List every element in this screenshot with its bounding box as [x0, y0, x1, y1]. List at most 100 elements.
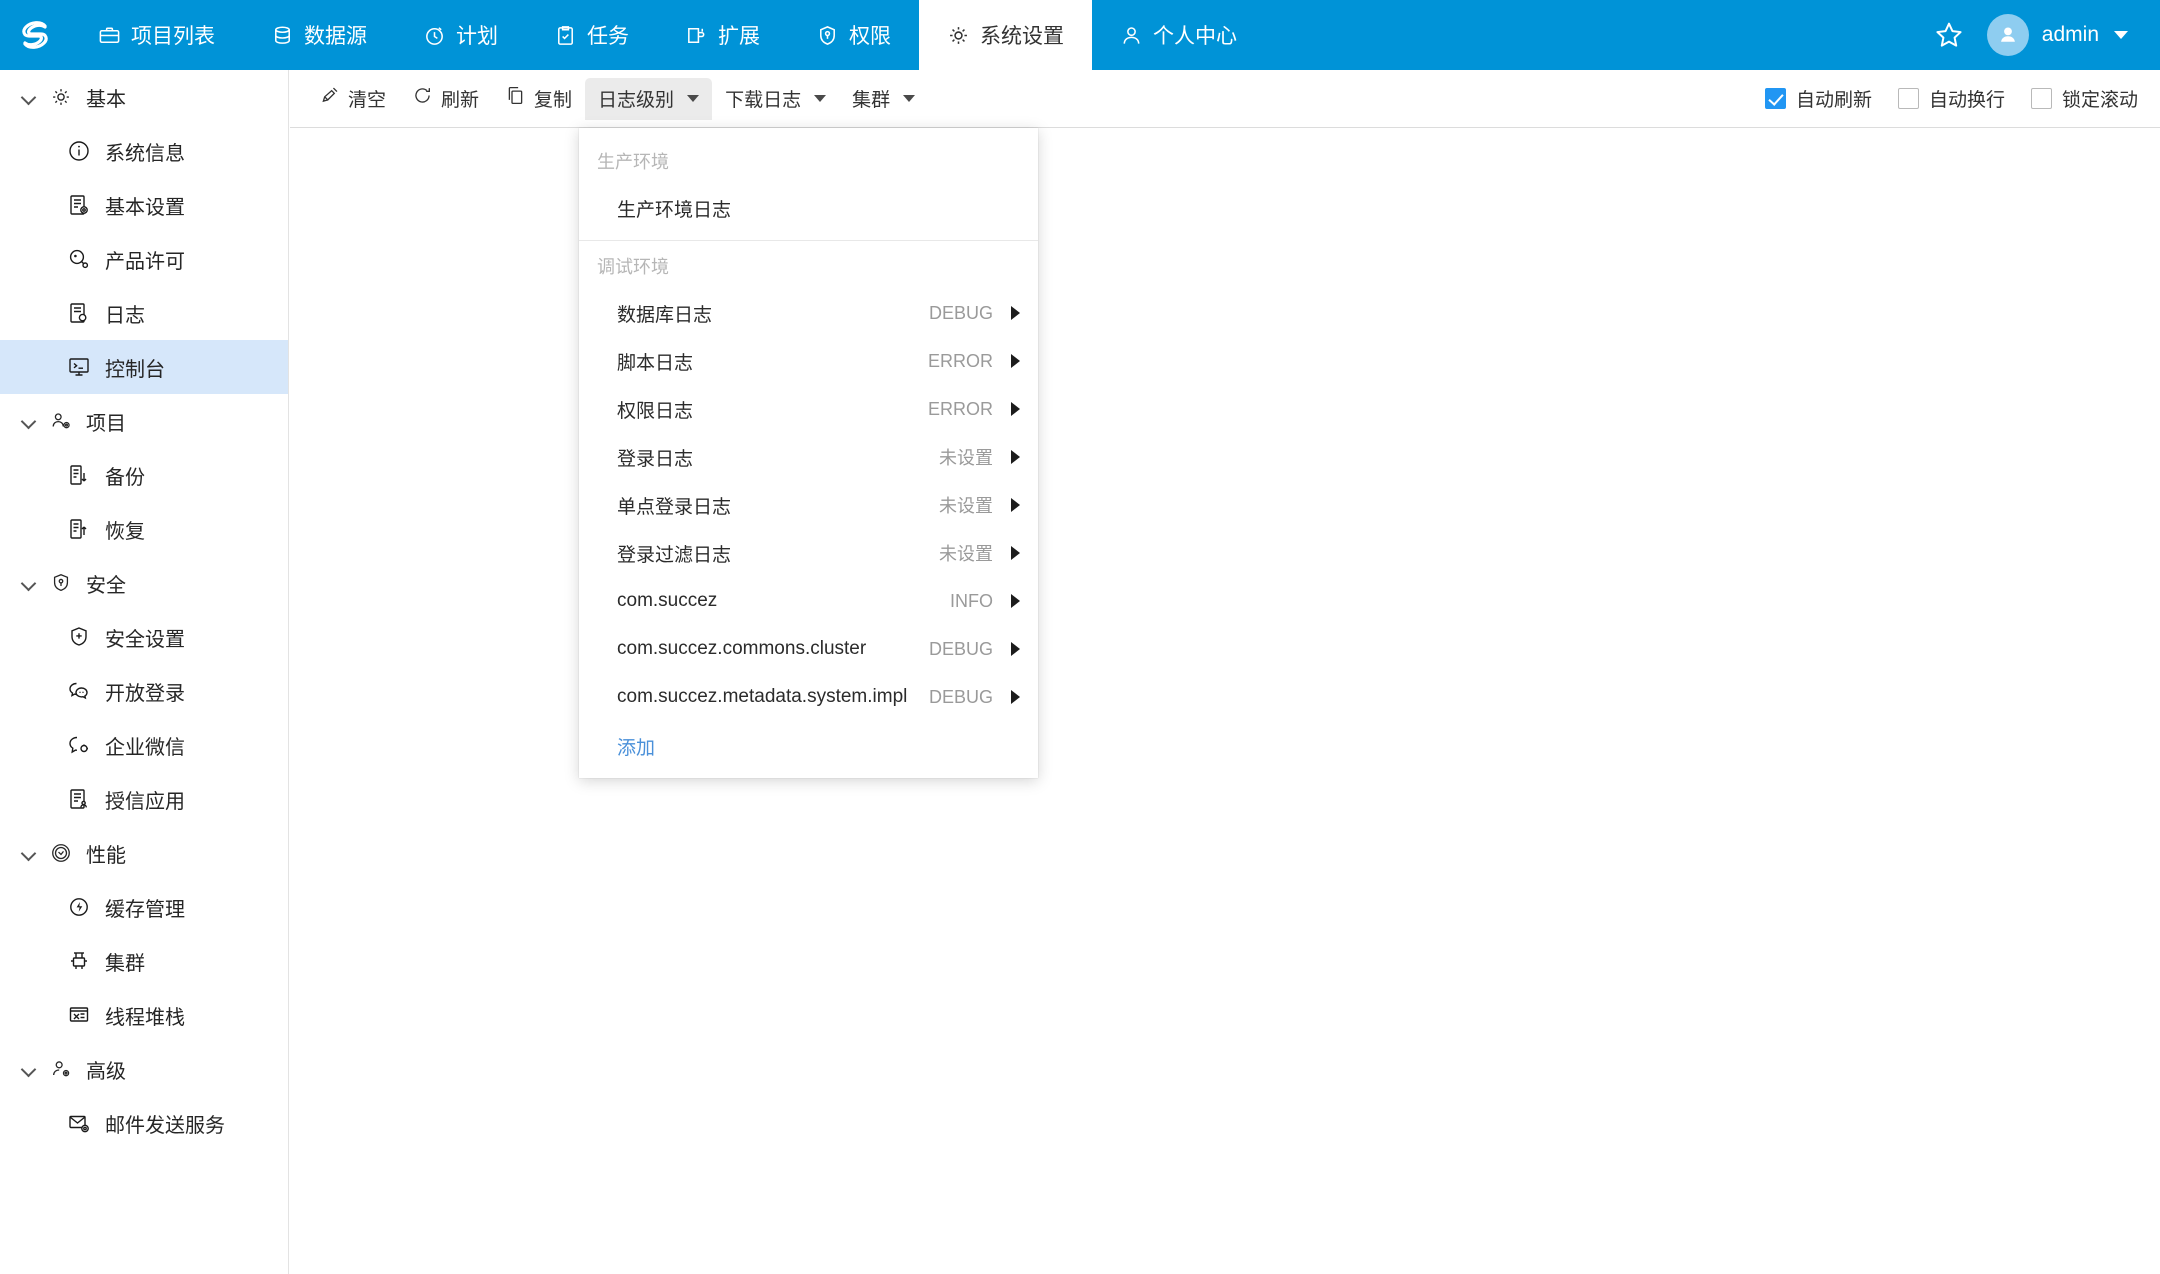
sidebar-item-system-info[interactable]: 系统信息 — [0, 124, 288, 178]
checkbox-box[interactable] — [2030, 88, 2052, 109]
menu-group-label-debug: 调试环境 — [597, 257, 669, 277]
refresh-button[interactable]: 刷新 — [399, 78, 492, 120]
sidebar-item-wechat-work[interactable]: 企业微信 — [0, 718, 288, 772]
menu-item-com-succez[interactable]: com.succez INFO — [579, 577, 1038, 625]
nav-item-projects[interactable]: 项目列表 — [70, 0, 243, 70]
toolbar-checkbox-group: 自动刷新 自动换行 锁定滚动 — [1764, 85, 2138, 112]
nav-item-permission[interactable]: 权限 — [788, 0, 919, 70]
star-icon[interactable] — [1933, 19, 1965, 51]
sidebar-item-product-license[interactable]: 产品许可 — [0, 232, 288, 286]
sidebar-item-backup[interactable]: 备份 — [0, 448, 288, 502]
nav-label: 数据源 — [304, 25, 367, 48]
sidebar-item-trusted-apps[interactable]: 授信应用 — [0, 772, 288, 826]
sidebar-group-project[interactable]: 项目 — [0, 394, 288, 448]
nav-label: 任务 — [587, 25, 629, 48]
sidebar-group-advanced[interactable]: 高级 — [0, 1042, 288, 1096]
cache-bolt-icon — [66, 894, 92, 920]
users-gear-icon — [48, 408, 74, 434]
menu-item-script-log[interactable]: 脚本日志 ERROR — [579, 337, 1038, 385]
document-search-icon — [66, 300, 92, 326]
menu-item-production-log[interactable]: 生产环境日志 — [579, 184, 1038, 232]
sidebar-item-restore[interactable]: 恢复 — [0, 502, 288, 556]
nav-label: 项目列表 — [131, 25, 215, 48]
sidebar-item-console[interactable]: 控制台 — [0, 340, 288, 394]
menu-item-login-log[interactable]: 登录日志 未设置 — [579, 433, 1038, 481]
auto-refresh-checkbox[interactable]: 自动刷新 — [1764, 85, 1872, 112]
sidebar-item-label: 基本设置 — [105, 196, 185, 219]
checkbox-box-checked[interactable] — [1764, 88, 1786, 109]
license-key-icon — [66, 246, 92, 272]
menu-item-level: ERROR — [927, 350, 993, 371]
username-label: admin — [2041, 23, 2099, 46]
add-logger-link[interactable]: 添加 — [579, 721, 1038, 766]
sidebar-item-cache-management[interactable]: 缓存管理 — [0, 880, 288, 934]
log-level-dropdown-menu: 生产环境 生产环境日志 调试环境 数据库日志 DEBUG 脚本日志 ERROR … — [579, 128, 1038, 778]
copy-button[interactable]: 复制 — [492, 78, 585, 120]
sidebar-item-logs[interactable]: 日志 — [0, 286, 288, 340]
menu-item-level: DEBUG — [928, 686, 993, 707]
sidebar-group-performance[interactable]: 性能 — [0, 826, 288, 880]
chevron-right-icon — [1011, 546, 1020, 560]
nav-label: 系统设置 — [980, 25, 1064, 48]
chevron-down-icon — [22, 576, 36, 590]
menu-item-database-log[interactable]: 数据库日志 DEBUG — [579, 289, 1038, 337]
menu-item-level: 未设置 — [939, 496, 993, 516]
sidebar-group-security[interactable]: 安全 — [0, 556, 288, 610]
nav-label: 权限 — [849, 25, 891, 48]
chevron-right-icon — [1011, 594, 1020, 608]
menu-item-com-succez-commons-cluster[interactable]: com.succez.commons.cluster DEBUG — [579, 625, 1038, 673]
menu-item-level: INFO — [950, 590, 993, 611]
nav-item-extension[interactable]: 扩展 — [657, 0, 788, 70]
menu-item-label: 权限日志 — [617, 400, 694, 422]
broom-icon — [319, 85, 340, 112]
extension-icon — [685, 24, 708, 47]
avatar — [1986, 14, 2029, 56]
menu-item-permission-log[interactable]: 权限日志 ERROR — [579, 385, 1038, 433]
log-level-button[interactable]: 日志级别 — [585, 77, 713, 120]
lock-scroll-checkbox[interactable]: 锁定滚动 — [2030, 85, 2138, 112]
sidebar-item-label: 集群 — [105, 952, 145, 975]
menu-item-label: 脚本日志 — [617, 352, 694, 374]
briefcase-icon — [98, 24, 121, 47]
menu-item-level: ERROR — [927, 398, 993, 419]
auto-wrap-checkbox[interactable]: 自动换行 — [1897, 85, 2005, 112]
cluster-button[interactable]: 集群 — [839, 78, 928, 120]
menu-item-login-filter-log[interactable]: 登录过滤日志 未设置 — [579, 529, 1038, 577]
sidebar-item-label: 系统信息 — [105, 142, 185, 165]
menu-item-sso-login-log[interactable]: 单点登录日志 未设置 — [579, 481, 1038, 529]
sidebar-item-security-settings[interactable]: 安全设置 — [0, 610, 288, 664]
nav-item-plan[interactable]: 计划 — [395, 0, 526, 70]
user-menu[interactable]: admin — [1986, 14, 2128, 56]
sidebar-item-mail-service[interactable]: 邮件发送服务 — [0, 1096, 288, 1150]
clear-button[interactable]: 清空 — [306, 78, 399, 120]
checkbox-box[interactable] — [1897, 88, 1919, 109]
nav-item-personal-center[interactable]: 个人中心 — [1092, 0, 1265, 70]
sidebar-item-cluster[interactable]: 集群 — [0, 934, 288, 988]
gauge-smile-icon — [48, 840, 74, 866]
console-monitor-icon — [66, 354, 92, 380]
menu-item-com-succez-metadata-system-impl[interactable]: com.succez.metadata.system.impl DEBUG — [579, 673, 1038, 721]
download-log-button[interactable]: 下载日志 — [712, 78, 839, 120]
restore-icon — [66, 516, 92, 542]
nav-item-datasource[interactable]: 数据源 — [243, 0, 395, 70]
wechat-work-icon — [66, 732, 92, 758]
chevron-right-icon — [1011, 354, 1020, 368]
sidebar-item-basic-settings[interactable]: 基本设置 — [0, 178, 288, 232]
sidebar-item-label: 备份 — [105, 466, 145, 489]
brand-logo[interactable] — [0, 0, 70, 70]
sidebar-item-thread-stack[interactable]: 线程堆栈 — [0, 988, 288, 1042]
sidebar-item-open-login[interactable]: 开放登录 — [0, 664, 288, 718]
menu-group-label-production: 生产环境 — [597, 152, 669, 172]
checkbox-label: 自动换行 — [1928, 90, 2005, 111]
button-label: 集群 — [852, 90, 891, 111]
chevron-down-icon — [903, 95, 916, 102]
sidebar-group-label: 基本 — [86, 88, 126, 111]
sidebar-item-label: 开放登录 — [105, 682, 185, 705]
nav-item-task[interactable]: 任务 — [526, 0, 657, 70]
nav-item-system-settings[interactable]: 系统设置 — [919, 0, 1092, 70]
chevron-right-icon — [1011, 306, 1020, 320]
sidebar-item-label: 日志 — [105, 304, 145, 327]
button-label: 日志级别 — [598, 90, 675, 111]
sidebar-group-basic[interactable]: 基本 — [0, 70, 288, 124]
log-output-area[interactable] — [290, 128, 2160, 1274]
